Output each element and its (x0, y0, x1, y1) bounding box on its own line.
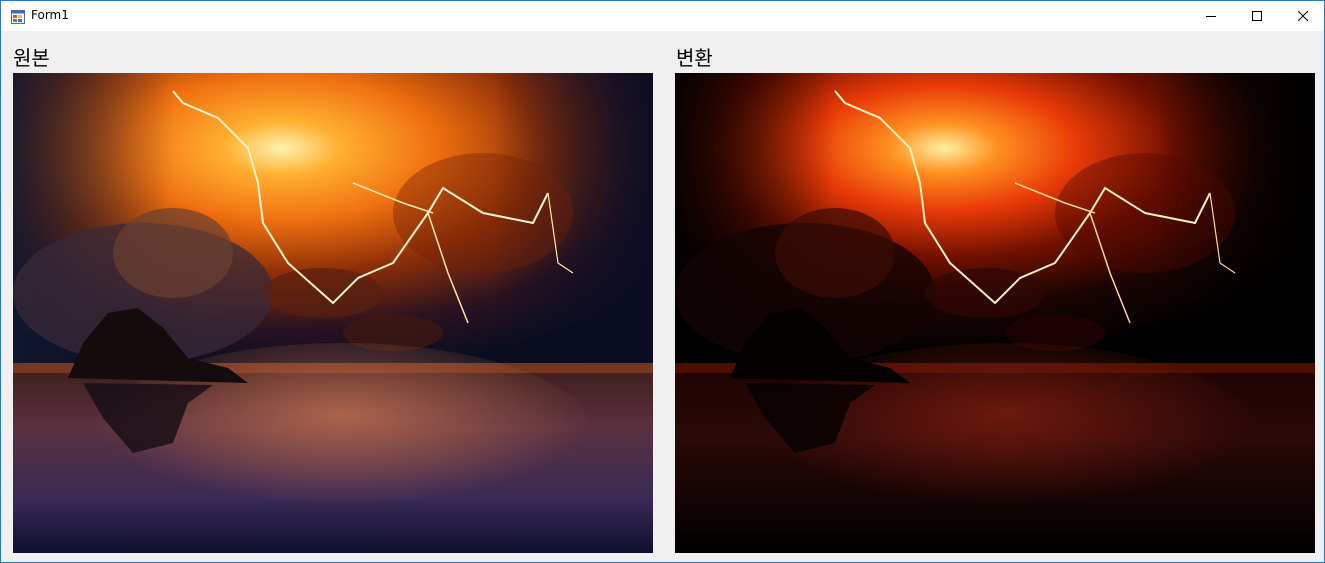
storm-lightning-converted-image (675, 73, 1315, 553)
window-title: Form1 (31, 8, 69, 22)
title-bar[interactable]: Form1 (1, 1, 1324, 31)
original-picture-box (13, 73, 653, 553)
converted-label: 변환 (676, 46, 713, 70)
original-label: 원본 (13, 46, 50, 70)
converted-picture-box (675, 73, 1315, 553)
storm-lightning-image (13, 73, 653, 553)
form-app-icon[interactable] (11, 9, 25, 24)
maximize-button[interactable] (1234, 1, 1280, 31)
minimize-icon (1206, 16, 1216, 17)
close-icon (1298, 11, 1308, 21)
minimize-button[interactable] (1188, 1, 1234, 31)
maximize-icon (1252, 11, 1262, 21)
close-button[interactable] (1280, 1, 1325, 31)
